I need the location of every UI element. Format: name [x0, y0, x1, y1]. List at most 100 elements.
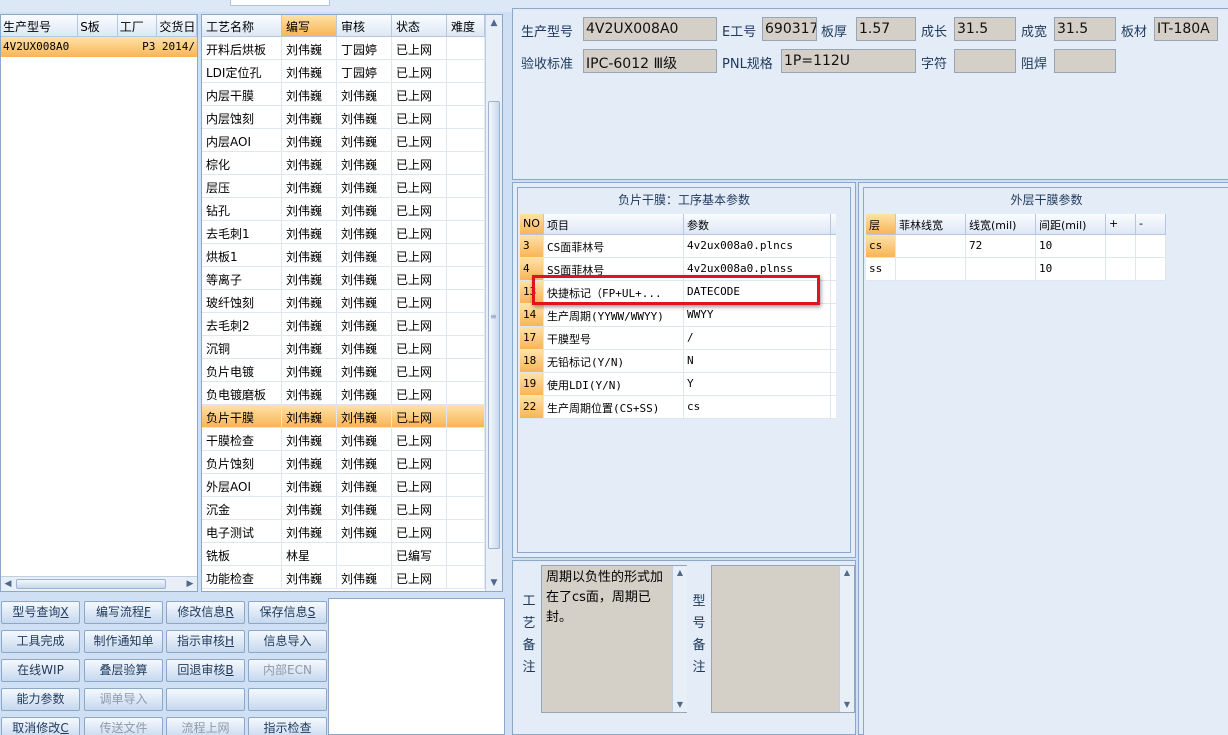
model-value[interactable]: 4V2UX008A0 — [583, 17, 717, 41]
outer-param-row[interactable]: ss 10 — [866, 258, 1166, 281]
vscroll-thumb[interactable] — [488, 101, 500, 549]
outer-param-row[interactable]: cs 72 10 — [866, 235, 1166, 258]
blank-button-1[interactable] — [166, 688, 245, 711]
scroll-up-icon[interactable]: ▲ — [840, 566, 854, 580]
thickness-value[interactable]: 1.57 — [856, 17, 916, 41]
scroll-down-icon[interactable]: ▼ — [486, 575, 502, 591]
scroll-right-icon[interactable]: ▶ — [183, 577, 197, 591]
col-delivery[interactable]: 交货日 — [157, 15, 197, 36]
blank-button-2[interactable] — [248, 688, 327, 711]
process-row[interactable]: 棕化 刘伟巍 刘伟巍 已上网 — [202, 152, 485, 175]
col-layer[interactable]: 层 — [866, 214, 896, 234]
length-value[interactable]: 31.5 — [954, 17, 1016, 41]
internal-ecn-button[interactable]: 内部ECN — [248, 659, 327, 682]
process-row[interactable]: 负片干膜 刘伟巍 刘伟巍 已上网 — [202, 405, 485, 428]
write-flow-button[interactable]: 编写流程F — [84, 601, 163, 624]
e-no-value[interactable]: 690317 — [762, 17, 817, 41]
col-film-width[interactable]: 菲林线宽 — [896, 214, 966, 234]
process-remark-scrollbar[interactable]: ▲ ▼ — [672, 566, 687, 712]
process-row[interactable]: 钻孔 刘伟巍 刘伟巍 已上网 — [202, 198, 485, 221]
stack-calc-button[interactable]: 叠层验算 — [84, 659, 163, 682]
col-status[interactable]: 状态 — [392, 15, 447, 36]
col-process-name[interactable]: 工艺名称 — [202, 15, 282, 36]
param-row[interactable]: 14 生产周期(YYWW/WWYY) WWYY — [520, 304, 836, 327]
param-row[interactable]: 22 生产周期位置(CS+SS) cs — [520, 396, 836, 419]
process-row[interactable]: 沉铜 刘伟巍 刘伟巍 已上网 — [202, 336, 485, 359]
col-spacing[interactable]: 间距(mil) — [1036, 214, 1106, 234]
process-row[interactable]: 功能检查 刘伟巍 刘伟巍 已上网 — [202, 566, 485, 589]
standard-value[interactable]: IPC-6012 Ⅲ级 — [583, 49, 717, 73]
process-row[interactable]: 层压 刘伟巍 刘伟巍 已上网 — [202, 175, 485, 198]
process-row[interactable]: 电子测试 刘伟巍 刘伟巍 已上网 — [202, 520, 485, 543]
hscroll-thumb[interactable] — [16, 579, 166, 589]
make-notice-button[interactable]: 制作通知单 — [84, 630, 163, 653]
process-row[interactable]: 外层AOI 刘伟巍 刘伟巍 已上网 — [202, 474, 485, 497]
scroll-up-icon[interactable]: ▲ — [673, 566, 687, 580]
scroll-left-icon[interactable]: ◀ — [1, 577, 15, 591]
process-row[interactable]: 去毛刺2 刘伟巍 刘伟巍 已上网 — [202, 313, 485, 336]
col-model[interactable]: 生产型号 — [1, 15, 79, 36]
top-tab[interactable] — [230, 0, 330, 6]
capability-params-button[interactable]: 能力参数 — [1, 688, 80, 711]
solder-value[interactable] — [1054, 49, 1116, 73]
width-value[interactable]: 31.5 — [1054, 17, 1116, 41]
scroll-up-icon[interactable]: ▲ — [486, 15, 502, 31]
save-info-button[interactable]: 保存信息S — [248, 601, 327, 624]
scroll-down-icon[interactable]: ▼ — [840, 698, 854, 712]
col-no[interactable]: NO — [520, 214, 544, 234]
process-row[interactable]: LDI定位孔 刘伟巍 丁园婷 已上网 — [202, 60, 485, 83]
indicate-check-button[interactable]: 指示检查 — [248, 717, 327, 735]
col-difficulty[interactable]: 难度 — [447, 15, 485, 36]
col-param[interactable]: 参数 — [684, 214, 831, 234]
param-row[interactable]: 18 无铅标记(Y/N) N — [520, 350, 836, 373]
model-list-hscrollbar[interactable]: ◀ ▶ — [1, 576, 197, 591]
adjust-import-button[interactable]: 调单导入 — [84, 688, 163, 711]
pnl-value[interactable]: 1P=112U — [781, 49, 916, 73]
modify-info-button[interactable]: 修改信息R — [166, 601, 245, 624]
process-row[interactable]: 烘板1 刘伟巍 刘伟巍 已上网 — [202, 244, 485, 267]
cell-delivery: 2014/ — [161, 40, 196, 53]
process-row[interactable]: 开料后烘板 刘伟巍 丁园婷 已上网 — [202, 37, 485, 60]
process-row[interactable]: 内层干膜 刘伟巍 刘伟巍 已上网 — [202, 83, 485, 106]
process-row[interactable]: 去毛刺1 刘伟巍 刘伟巍 已上网 — [202, 221, 485, 244]
model-remark-scrollbar[interactable]: ▲ ▼ — [839, 566, 854, 712]
param-row[interactable]: 17 干膜型号 / — [520, 327, 836, 350]
process-row[interactable]: 玻纤蚀刻 刘伟巍 刘伟巍 已上网 — [202, 290, 485, 313]
online-wip-button[interactable]: 在线WIP — [1, 659, 80, 682]
process-remark-text[interactable]: 周期以负性的形式加在了cs面，周期已封。 — [541, 565, 687, 713]
col-plus[interactable]: + — [1106, 214, 1136, 234]
process-row[interactable]: 等离子 刘伟巍 刘伟巍 已上网 — [202, 267, 485, 290]
process-row[interactable]: 铣板 林星 已编写 — [202, 543, 485, 566]
model-query-button[interactable]: 型号查询X — [1, 601, 80, 624]
process-row[interactable]: 内层AOI 刘伟巍 刘伟巍 已上网 — [202, 129, 485, 152]
process-row[interactable]: 内层蚀刻 刘伟巍 刘伟巍 已上网 — [202, 106, 485, 129]
model-row-selected[interactable]: 4V2UX008A0 P3 2014/ — [1, 37, 197, 57]
col-reviewer[interactable]: 审核 — [337, 15, 392, 36]
material-value[interactable]: IT-180A — [1154, 17, 1218, 41]
send-file-button[interactable]: 传送文件 — [84, 717, 163, 735]
param-row[interactable]: 19 使用LDI(Y/N) Y — [520, 373, 836, 396]
col-s-board[interactable]: S板 — [78, 15, 118, 36]
process-row[interactable]: 负片蚀刻 刘伟巍 刘伟巍 已上网 — [202, 451, 485, 474]
param-row[interactable]: 3 CS面菲林号 4v2ux008a0.plncs — [520, 235, 836, 258]
col-minus[interactable]: - — [1136, 214, 1166, 234]
process-row[interactable]: 沉金 刘伟巍 刘伟巍 已上网 — [202, 497, 485, 520]
col-line-width[interactable]: 线宽(mil) — [966, 214, 1036, 234]
tool-done-button[interactable]: 工具完成 — [1, 630, 80, 653]
cancel-modify-button[interactable]: 取消修改C — [1, 717, 80, 735]
process-row[interactable]: 干膜检查 刘伟巍 刘伟巍 已上网 — [202, 428, 485, 451]
process-row[interactable]: 负电镀磨板 刘伟巍 刘伟巍 已上网 — [202, 382, 485, 405]
char-value[interactable] — [954, 49, 1016, 73]
process-list-vscrollbar[interactable]: ▲ ≡ ▼ — [485, 15, 502, 591]
col-item[interactable]: 项目 — [544, 214, 684, 234]
return-review-button[interactable]: 回退审核B — [166, 659, 245, 682]
scroll-down-icon[interactable]: ▼ — [673, 698, 687, 712]
indicate-review-button[interactable]: 指示审核H — [166, 630, 245, 653]
process-row[interactable]: 负片电镀 刘伟巍 刘伟巍 已上网 — [202, 359, 485, 382]
col-writer[interactable]: 编写 — [282, 15, 337, 36]
flow-online-button[interactable]: 流程上网 — [166, 717, 245, 735]
col-factory[interactable]: 工厂 — [118, 15, 158, 36]
model-remark-text[interactable] — [711, 565, 855, 713]
info-import-button[interactable]: 信息导入 — [248, 630, 327, 653]
cell-reviewer: 丁园婷 — [337, 37, 392, 59]
